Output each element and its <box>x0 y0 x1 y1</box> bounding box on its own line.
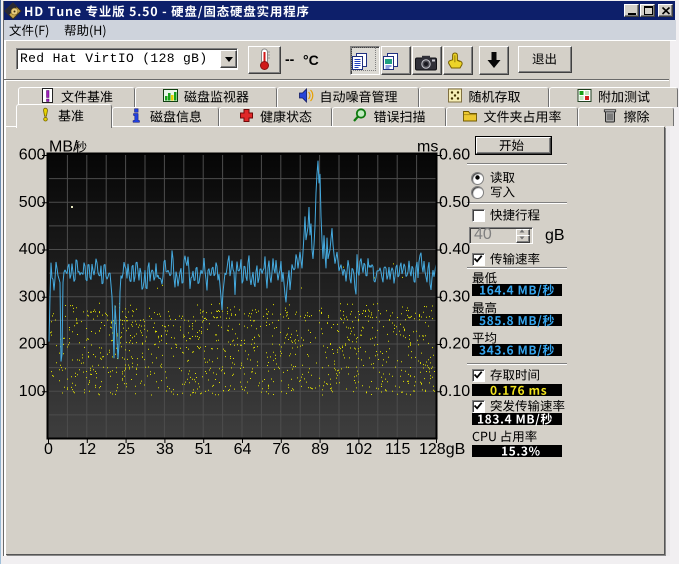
svg-text:0.50: 0.50 <box>439 194 470 211</box>
svg-text:0.40: 0.40 <box>439 241 470 258</box>
svg-text:64: 64 <box>234 441 252 458</box>
svg-text:0: 0 <box>44 441 53 458</box>
svg-text:12: 12 <box>78 441 96 458</box>
svg-text:600: 600 <box>19 147 46 164</box>
svg-text:128gB: 128gB <box>419 441 465 458</box>
svg-text:500: 500 <box>19 194 46 211</box>
svg-text:25: 25 <box>117 441 135 458</box>
svg-text:0.30: 0.30 <box>439 288 470 305</box>
svg-text:gB: gB <box>545 227 565 244</box>
svg-text:40: 40 <box>474 226 492 243</box>
svg-text:--: -- <box>285 51 295 67</box>
svg-text:0.20: 0.20 <box>439 336 470 353</box>
svg-text:0.10: 0.10 <box>439 383 470 400</box>
svg-text:°C: °C <box>303 52 319 68</box>
svg-text:38: 38 <box>156 441 174 458</box>
svg-text:400: 400 <box>19 241 46 258</box>
svg-text:0.60: 0.60 <box>439 147 470 164</box>
svg-text:115: 115 <box>385 441 411 458</box>
svg-text:300: 300 <box>19 288 46 305</box>
svg-text:ms: ms <box>417 139 438 156</box>
svg-text:200: 200 <box>19 336 46 353</box>
svg-text:76: 76 <box>272 441 290 458</box>
svg-text:100: 100 <box>19 383 46 400</box>
svg-text:102: 102 <box>346 441 373 458</box>
svg-text:51: 51 <box>195 441 213 458</box>
svg-text:MB/: MB/ <box>49 139 78 156</box>
svg-text:89: 89 <box>311 441 329 458</box>
